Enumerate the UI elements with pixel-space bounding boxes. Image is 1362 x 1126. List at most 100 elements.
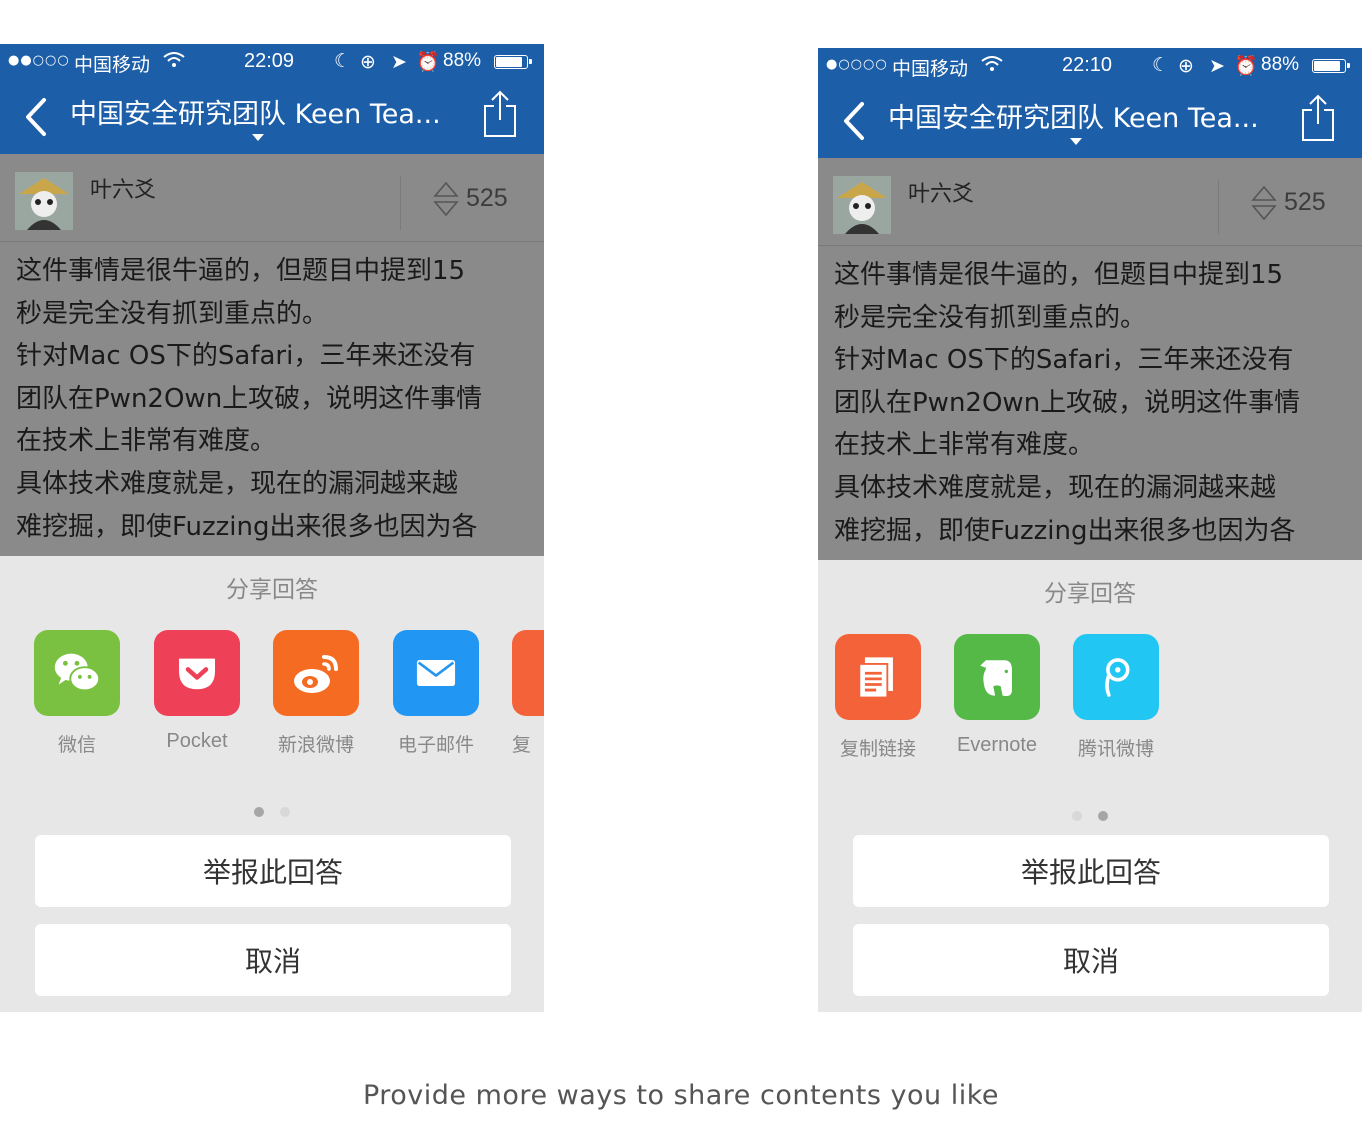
- wechat-icon[interactable]: [34, 630, 120, 716]
- share-wechat[interactable]: 微信: [34, 630, 120, 757]
- page-indicator[interactable]: [0, 802, 544, 821]
- battery-percent: 88%: [1261, 54, 1300, 75]
- share-app-grid: 复制链接 Evernote 腾讯微博: [818, 634, 1362, 764]
- share-evernote[interactable]: Evernote: [954, 634, 1040, 757]
- evernote-icon[interactable]: [954, 634, 1040, 720]
- divider: [400, 176, 401, 230]
- status-bar: ●●○○○ 中国移动 22:09 ☾ ⊕ ➤ ⏰ 88%: [0, 44, 544, 80]
- tencent-weibo-icon[interactable]: [1073, 634, 1159, 720]
- share-icon[interactable]: [482, 90, 518, 138]
- share-app-label: 复制链接: [839, 738, 916, 760]
- back-arrow-icon[interactable]: [22, 94, 52, 140]
- share-pocket[interactable]: Pocket: [154, 630, 240, 753]
- share-email[interactable]: 电子邮件: [393, 630, 479, 757]
- signal-strength-icon: ●●○○○: [8, 53, 70, 68]
- battery-icon: [1312, 59, 1350, 73]
- page-dot[interactable]: [280, 807, 290, 817]
- answer-content: 叶六爻 525 这件事情是很牛逼的，但题目中提到15 秒是完全没有抓到重点的。 …: [0, 154, 544, 556]
- signal-strength-icon: ●○○○○: [826, 57, 888, 72]
- page-title[interactable]: 中国安全研究团队 Keen Tea...: [70, 92, 470, 131]
- pocket-icon[interactable]: [154, 630, 240, 716]
- share-weibo[interactable]: 新浪微博: [273, 630, 359, 757]
- battery-percent: 88%: [443, 50, 482, 71]
- location-icon: ➤: [391, 51, 407, 73]
- rotation-lock-icon: ⊕: [360, 51, 376, 73]
- alarm-icon: ⏰: [416, 51, 440, 73]
- share-tencent-weibo[interactable]: 腾讯微博: [1073, 634, 1159, 761]
- battery-icon: [494, 55, 532, 69]
- share-copy-link[interactable]: 复制链接: [835, 634, 921, 761]
- phone-screen-left: ●●○○○ 中国移动 22:09 ☾ ⊕ ➤ ⏰ 88% 中国安全研究团队 Ke…: [0, 44, 544, 1012]
- share-sheet-title: 分享回答: [226, 577, 318, 603]
- cancel-button[interactable]: 取消: [35, 924, 511, 996]
- clock-time: 22:09: [244, 50, 295, 72]
- share-app-label: Pocket: [166, 730, 228, 752]
- answer-line: 秒是完全没有抓到重点的。: [16, 298, 329, 329]
- share-app-label: 腾讯微博: [1077, 738, 1154, 760]
- status-bar: ●○○○○ 中国移动 22:10 ☾ ⊕ ➤ ⏰ 88%: [818, 48, 1362, 84]
- share-app-label: 新浪微博: [277, 734, 354, 756]
- author-row: 叶六爻 525: [818, 158, 1362, 246]
- share-app-label: 微信: [57, 734, 96, 756]
- vote-arrows-icon[interactable]: [1251, 184, 1277, 222]
- page-title[interactable]: 中国安全研究团队 Keen Tea...: [888, 96, 1288, 135]
- answer-line: 针对Mac OS下的Safari，三年来还没有: [834, 345, 1294, 376]
- answer-body: 这件事情是很牛逼的，但题目中提到15 秒是完全没有抓到重点的。 针对Mac OS…: [16, 250, 532, 548]
- nav-bar: 中国安全研究团队 Keen Tea...: [0, 80, 544, 154]
- cancel-button[interactable]: 取消: [853, 924, 1329, 996]
- divider: [1218, 180, 1219, 234]
- page-dot[interactable]: [1072, 811, 1082, 821]
- carrier-name: 中国移动: [892, 58, 969, 80]
- answer-line: 团队在Pwn2Own上攻破，说明这件事情: [834, 387, 1301, 418]
- share-copy-link[interactable]: 复: [512, 630, 544, 757]
- weibo-icon[interactable]: [273, 630, 359, 716]
- answer-line: 针对Mac OS下的Safari，三年来还没有: [16, 341, 476, 372]
- back-arrow-icon[interactable]: [840, 98, 870, 144]
- caption: Provide more ways to share contents you …: [362, 1080, 1000, 1111]
- author-row: 叶六爻 525: [0, 154, 544, 242]
- wifi-icon: [163, 52, 185, 67]
- answer-body: 这件事情是很牛逼的，但题目中提到15 秒是完全没有抓到重点的。 针对Mac OS…: [834, 254, 1350, 552]
- author-name[interactable]: 叶六爻: [908, 176, 974, 208]
- share-app-label: 复: [512, 734, 532, 756]
- copy-link-icon[interactable]: [512, 630, 544, 716]
- page-dot[interactable]: [1098, 811, 1108, 821]
- battery-fill: [496, 57, 523, 67]
- phone-screen-right: ●○○○○ 中国移动 22:10 ☾ ⊕ ➤ ⏰ 88% 中国安全研究团队 Ke…: [818, 48, 1362, 1012]
- report-answer-button[interactable]: 举报此回答: [853, 835, 1329, 907]
- answer-line: 具体技术难度就是，现在的漏洞越来越: [16, 468, 459, 499]
- title-dropdown-icon[interactable]: [1070, 138, 1082, 145]
- wifi-icon: [981, 56, 1003, 71]
- title-dropdown-icon[interactable]: [252, 134, 264, 141]
- clock-time: 22:10: [1062, 54, 1113, 76]
- vote-count: 525: [1284, 188, 1326, 216]
- do-not-disturb-icon: ☾: [334, 50, 352, 72]
- answer-line: 这件事情是很牛逼的，但题目中提到15: [16, 256, 466, 286]
- answer-content: 叶六爻 525 这件事情是很牛逼的，但题目中提到15 秒是完全没有抓到重点的。 …: [818, 158, 1362, 560]
- page-indicator[interactable]: [818, 806, 1362, 825]
- alarm-icon: ⏰: [1234, 55, 1258, 77]
- share-app-grid: 微信 Pocket 新浪微博 电子邮件 复: [0, 630, 544, 760]
- answer-line: 难挖掘，即使Fuzzing出来很多也因为各: [834, 515, 1296, 546]
- answer-line: 在技术上非常有难度。: [834, 430, 1095, 461]
- answer-line: 难挖掘，即使Fuzzing出来很多也因为各: [16, 511, 478, 542]
- report-answer-button[interactable]: 举报此回答: [35, 835, 511, 907]
- share-app-label: 电子邮件: [397, 734, 474, 756]
- share-app-label: Evernote: [956, 734, 1038, 756]
- avatar[interactable]: [833, 176, 891, 234]
- carrier-name: 中国移动: [74, 54, 151, 76]
- share-sheet: 分享回答 复制链接 Evernote 腾讯微博 举报此回答 取消: [818, 560, 1362, 1012]
- vote-count: 525: [466, 184, 508, 212]
- vote-arrows-icon[interactable]: [433, 180, 459, 218]
- answer-line: 这件事情是很牛逼的，但题目中提到15: [834, 260, 1284, 290]
- location-icon: ➤: [1209, 55, 1225, 77]
- page-dot[interactable]: [254, 807, 264, 817]
- author-name[interactable]: 叶六爻: [90, 172, 156, 204]
- battery-fill: [1314, 61, 1341, 71]
- rotation-lock-icon: ⊕: [1178, 55, 1194, 77]
- copy-link-icon[interactable]: [835, 634, 921, 720]
- share-icon[interactable]: [1300, 94, 1336, 142]
- mail-icon[interactable]: [393, 630, 479, 716]
- avatar[interactable]: [15, 172, 73, 230]
- answer-line: 具体技术难度就是，现在的漏洞越来越: [834, 472, 1277, 503]
